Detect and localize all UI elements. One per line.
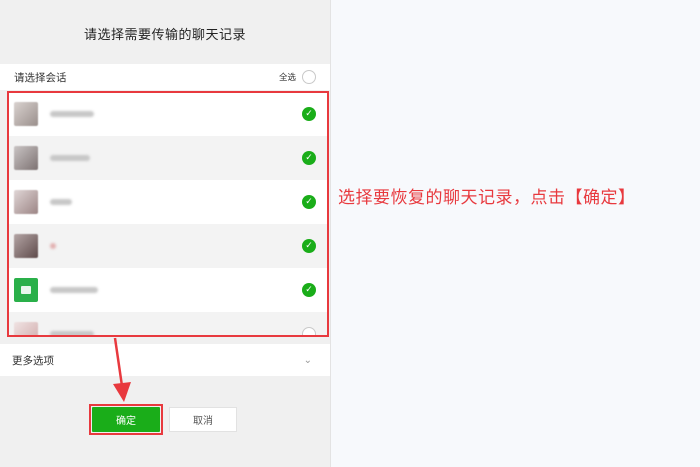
instruction-annotation: 选择要恢复的聊天记录，点击【确定】 xyxy=(338,188,636,208)
unchecked-circle-icon[interactable] xyxy=(302,327,316,336)
confirm-button[interactable]: 确定 xyxy=(92,407,160,432)
check-icon[interactable]: ✓ xyxy=(302,195,316,209)
section-label: 请选择会话 xyxy=(14,71,67,84)
blurred-chat-name xyxy=(50,155,90,161)
chat-list[interactable]: ✓ ✓ ✓ ✓ ✓ xyxy=(8,92,328,336)
more-options-label: 更多选项 xyxy=(12,354,54,367)
arrow-down-icon xyxy=(113,337,131,402)
blurred-chat-name xyxy=(50,243,56,249)
wechat-transfer-dialog: 请选择需要传输的聊天记录 请选择会话 全选 ✓ ✓ ✓ ✓ ✓ 更多选项 ⌄ 确… xyxy=(0,0,331,467)
avatar xyxy=(14,322,38,336)
chat-row[interactable]: ✓ xyxy=(8,136,328,180)
chat-row[interactable] xyxy=(8,312,328,336)
select-all-label: 全选 xyxy=(278,73,296,83)
blurred-chat-name xyxy=(50,199,72,205)
avatar xyxy=(14,234,38,258)
dialog-title: 请选择需要传输的聊天记录 xyxy=(83,27,246,43)
select-all-toggle[interactable]: 全选 xyxy=(279,70,316,84)
avatar xyxy=(14,190,38,214)
check-icon[interactable]: ✓ xyxy=(302,151,316,165)
blurred-chat-name xyxy=(50,331,94,336)
section-header: 请选择会话 全选 xyxy=(0,64,330,90)
avatar xyxy=(14,102,38,126)
blurred-chat-name xyxy=(50,111,94,117)
avatar xyxy=(14,146,38,170)
check-icon[interactable]: ✓ xyxy=(302,283,316,297)
chevron-down-icon: ⌄ xyxy=(303,354,312,366)
blurred-chat-name xyxy=(50,287,98,293)
check-icon[interactable]: ✓ xyxy=(302,239,316,253)
chat-row[interactable]: ✓ xyxy=(8,224,328,268)
cancel-button[interactable]: 取消 xyxy=(169,407,237,432)
chat-row[interactable]: ✓ xyxy=(8,180,328,224)
check-icon[interactable]: ✓ xyxy=(302,107,316,121)
chat-row[interactable]: ✓ xyxy=(8,268,328,312)
select-all-radio-icon[interactable] xyxy=(302,70,316,84)
more-options-row[interactable]: 更多选项 ⌄ xyxy=(0,344,330,376)
chat-row[interactable]: ✓ xyxy=(8,92,328,136)
green-app-avatar-icon xyxy=(14,278,38,302)
